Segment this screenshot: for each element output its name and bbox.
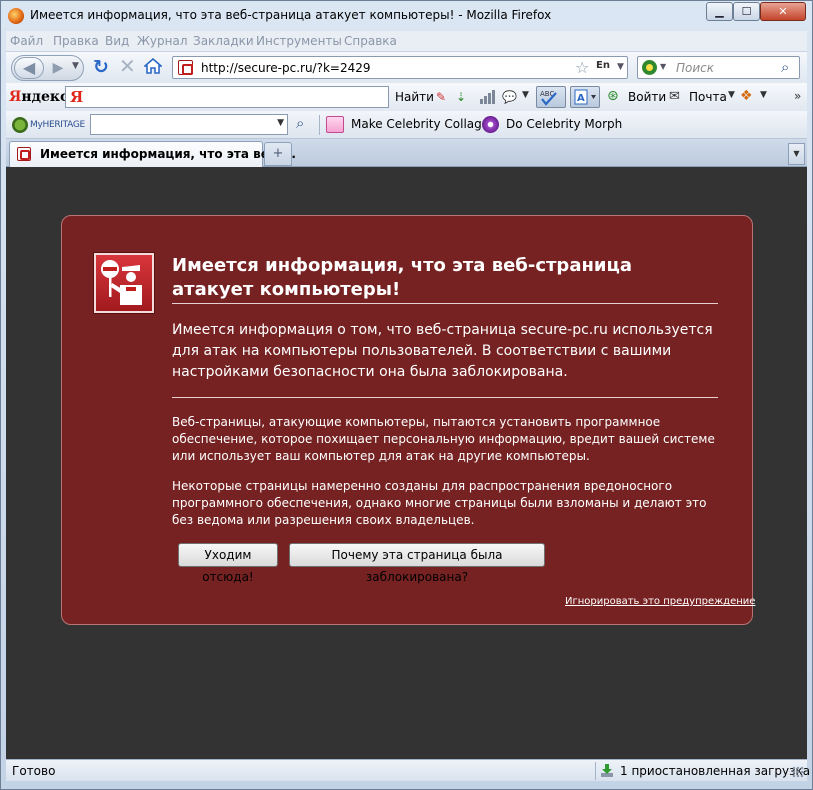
home-button[interactable] [142, 57, 164, 74]
celebrity-morph-link[interactable]: Do Celebrity Morph [506, 117, 622, 131]
warning-details-2: Некоторые страницы намеренно созданы для… [172, 479, 707, 527]
back-button[interactable]: ◀ [14, 57, 44, 79]
shield-officer-icon [94, 253, 154, 313]
status-text: Готово [12, 764, 56, 778]
url-bar[interactable]: http://secure-pc.ru/?k=2429 ☆ En ▼ [172, 56, 628, 79]
status-bar: Готово 1 приостановленная загрузка [6, 759, 810, 781]
why-blocked-button[interactable]: Почему эта страница была заблокирована? [289, 543, 545, 584]
chat-dropdown[interactable]: ▼ [522, 90, 529, 100]
tab-favicon-icon [17, 147, 31, 161]
search-icon[interactable]: ⌕ [781, 58, 789, 76]
browser-window: Имеется информация, что эта веб-страница… [0, 0, 813, 790]
svg-text:A: A [577, 93, 585, 104]
heritage-logo[interactable]: MyHERITAGE [10, 115, 90, 135]
warning-title: Имеется информация, что эта веб-страница… [172, 254, 718, 304]
title-bar: Имеется информация, что эта веб-страница… [1, 1, 812, 31]
tab-current[interactable]: Имеется информация, что эта веб-... [9, 141, 296, 167]
mail-dropdown[interactable]: ▼ [728, 90, 735, 100]
menu-view[interactable]: Вид [105, 34, 129, 48]
ignore-warning-link[interactable]: Игнорировать это предупреждение [565, 596, 755, 607]
toolbar-overflow-icon[interactable]: » [794, 89, 801, 103]
highlight-icon[interactable]: ⇣ [456, 90, 466, 104]
menu-bar: Файл Правка Вид Журнал Закладки Инструме… [6, 31, 807, 51]
resize-grip[interactable] [792, 766, 804, 778]
site-favicon-icon [178, 60, 193, 75]
menu-file[interactable]: Файл [10, 34, 43, 48]
make-collage-link[interactable]: Make Celebrity Collage [351, 117, 489, 131]
yandex-search-input[interactable]: Я [65, 86, 389, 108]
bar-extra-dropdown[interactable]: ▼ [760, 90, 767, 100]
back-forward-group: ◀ ▶ ▼ [11, 55, 84, 81]
tab-list-button[interactable]: ▼ [788, 143, 805, 165]
navigation-bar: ◀ ▶ ▼ ↻ ✕ http://secure-pc.ru/?k=2429 ☆ … [6, 51, 807, 83]
heritage-tree-icon [12, 117, 28, 133]
minimize-button[interactable]: ▁ [706, 2, 733, 21]
forward-button[interactable]: ▶ [48, 59, 68, 77]
get-me-out-button[interactable]: Уходим отсюда! [178, 543, 278, 584]
stop-button[interactable]: ✕ [119, 56, 139, 76]
page-content: Имеется информация, что эта веб-страница… [6, 167, 807, 759]
reload-icon: ↻ [93, 56, 109, 78]
home-icon [142, 57, 164, 74]
stop-icon: ✕ [119, 54, 136, 78]
close-button[interactable]: ✕ [760, 2, 806, 21]
search-engine-icon[interactable] [642, 60, 657, 75]
menu-tools[interactable]: Инструменты [256, 34, 342, 48]
firefox-icon [8, 8, 24, 24]
spellcheck-button[interactable]: ABC [536, 86, 566, 108]
morph-icon[interactable] [482, 116, 499, 133]
tab-strip: Имеется информация, что эта веб-... + ▼ [6, 139, 807, 167]
warning-intro: Имеется информация о том, что веб-страни… [172, 320, 718, 398]
yandex-input-icon: Я [70, 88, 84, 106]
marker-icon[interactable]: ✎ [436, 90, 446, 104]
menu-edit[interactable]: Правка [53, 34, 99, 48]
warning-details-1: Веб-страницы, атакующие компьютеры, пыта… [172, 415, 715, 463]
window-title: Имеется информация, что эта веб-страница… [30, 8, 552, 22]
history-dropdown[interactable]: ▼ [72, 61, 79, 71]
translate-button[interactable]: A [570, 86, 600, 108]
status-divider [595, 762, 596, 780]
reload-button[interactable]: ↻ [93, 57, 113, 77]
yandex-login-link[interactable]: Войти [628, 90, 666, 104]
menu-help[interactable]: Справка [344, 34, 397, 48]
menu-bookmarks[interactable]: Закладки [193, 34, 254, 48]
downloads-status[interactable]: 1 приостановленная загрузка [620, 764, 810, 778]
heritage-toolbar: MyHERITAGE ▼ ⌕ Make Celebrity Collage Do… [6, 111, 807, 139]
forward-icon: ▶ [52, 60, 64, 76]
translate-icon: A [574, 89, 596, 105]
yandex-toolbar: Яндекс Я Найти ✎ ⇣ 💬 ▼ ABC A ⊛ Войти ✉ П… [6, 83, 807, 111]
search-input[interactable]: Поиск [676, 61, 714, 75]
attack-warning-panel: Имеется информация, что эта веб-страница… [61, 215, 755, 625]
spellcheck-icon: ABC [540, 90, 557, 106]
chevron-down-icon: ▼ [277, 118, 284, 128]
chat-bubble-icon[interactable]: 💬 [502, 90, 517, 104]
url-dropdown[interactable]: ▼ [617, 62, 624, 72]
back-icon: ◀ [22, 58, 36, 77]
toolbar-divider [319, 115, 320, 135]
bar-extra-icon[interactable]: ❖ [740, 88, 753, 104]
search-bar[interactable]: ▼ Поиск ⌕ [637, 56, 800, 79]
yandex-find-button[interactable]: Найти [395, 90, 434, 104]
language-badge[interactable]: En [596, 60, 610, 71]
menu-history[interactable]: Журнал [137, 34, 188, 48]
heritage-search-icon[interactable]: ⌕ [296, 114, 304, 132]
url-input[interactable]: http://secure-pc.ru/?k=2429 [201, 61, 371, 75]
bookmark-star-icon[interactable]: ☆ [575, 58, 589, 77]
collage-icon[interactable] [326, 116, 344, 133]
new-tab-button[interactable]: + [264, 142, 292, 166]
citation-index-icon[interactable] [480, 88, 498, 104]
tab-label: Имеется информация, что эта веб-... [40, 147, 296, 161]
maximize-button[interactable]: ☐ [733, 2, 760, 21]
login-icon[interactable]: ⊛ [607, 88, 619, 104]
yandex-mail-link[interactable]: Почта [689, 90, 727, 104]
heritage-search-select[interactable]: ▼ [90, 114, 288, 135]
mail-icon[interactable]: ✉ [669, 89, 680, 104]
download-icon[interactable] [600, 763, 614, 778]
search-engine-dropdown[interactable]: ▼ [660, 62, 666, 71]
yandex-logo[interactable]: Яндекс [9, 89, 68, 105]
